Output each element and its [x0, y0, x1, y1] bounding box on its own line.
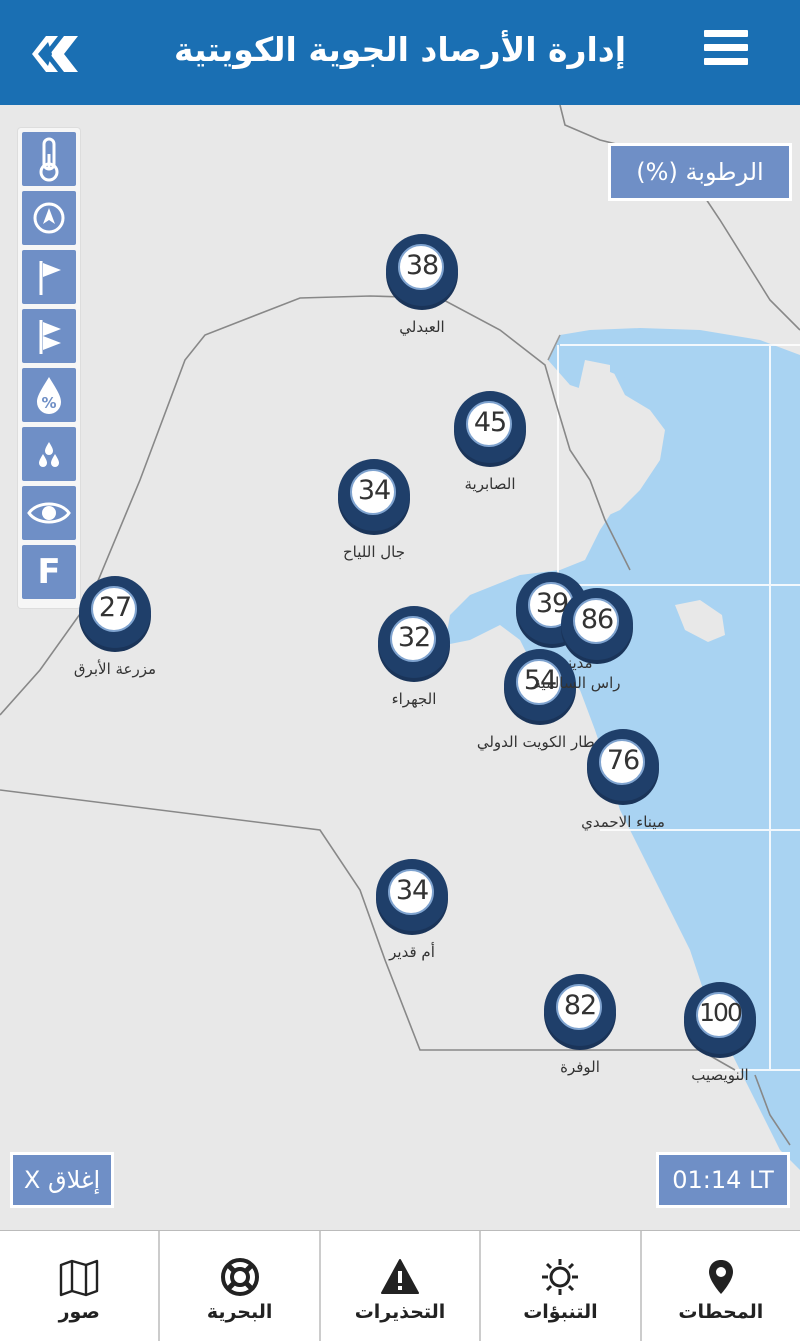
station-bubble[interactable]: 82	[544, 974, 616, 1046]
tab-label: التحذيرات	[354, 1301, 446, 1323]
tab-stations[interactable]: المحطات	[641, 1231, 800, 1341]
station-bubble[interactable]: 34	[338, 459, 410, 531]
station-value: 34	[357, 475, 391, 506]
wind-flag-icon[interactable]	[22, 309, 76, 363]
close-button[interactable]: X إغلاق	[10, 1152, 114, 1208]
station-bubble[interactable]: 34	[376, 859, 448, 931]
location-pin-icon	[701, 1257, 741, 1297]
fahrenheit-icon[interactable]: F	[22, 545, 76, 599]
fahrenheit-label: F	[37, 552, 61, 592]
tab-images[interactable]: صور	[0, 1231, 161, 1341]
page-title: إدارة الأرصاد الجوية الكويتية	[173, 30, 627, 69]
hamburger-menu-icon[interactable]	[704, 30, 748, 74]
station-name: مزرعة الأبرق	[73, 660, 157, 678]
station-value: 27	[98, 592, 132, 623]
tab-label: صور	[58, 1301, 100, 1323]
tab-marine[interactable]: البحرية	[160, 1231, 321, 1341]
station-bubble[interactable]: 76	[587, 729, 659, 801]
station-value: 82	[563, 990, 597, 1021]
station-name: الصابرية	[464, 475, 516, 493]
station-bubble[interactable]: 38	[386, 234, 458, 306]
lifebuoy-icon	[220, 1257, 260, 1297]
station-name: الجهراء	[391, 690, 437, 708]
parameter-label[interactable]: الرطوبة (%)	[608, 143, 792, 201]
station-bubble[interactable]: 32	[378, 606, 450, 678]
svg-text:%: %	[41, 394, 56, 412]
time-label[interactable]: 01:14 LT	[656, 1152, 790, 1208]
station-name: العبدلي	[399, 318, 445, 336]
tab-label: التنبؤات	[523, 1301, 598, 1323]
station-bubble[interactable]: 100	[684, 982, 756, 1054]
station-name: جال اللياح	[343, 543, 405, 561]
station-value: 45	[473, 407, 507, 438]
map-icon	[59, 1257, 99, 1297]
station-value: 100	[699, 998, 743, 1027]
station-value: 34	[395, 875, 429, 906]
station-bubble[interactable]: 86	[561, 588, 633, 660]
layer-toolbox: % F	[18, 128, 80, 608]
app-header: إدارة الأرصاد الجوية الكويتية	[0, 0, 800, 105]
rain-drops-icon[interactable]	[22, 427, 76, 481]
station-value: 32	[397, 622, 431, 653]
tab-label: البحرية	[206, 1301, 273, 1323]
station-value: 76	[606, 745, 640, 776]
flag-icon[interactable]	[22, 250, 76, 304]
station-bubble[interactable]: 45	[454, 391, 526, 463]
humidity-drop-icon[interactable]: %	[22, 368, 76, 422]
station-name: ميناء الاحمدي	[581, 813, 665, 831]
tab-warnings[interactable]: التحذيرات	[320, 1231, 482, 1341]
station-name: أم قدير	[389, 943, 435, 961]
station-value: 38	[405, 250, 439, 281]
station-name: النويصيب	[691, 1066, 749, 1084]
sun-icon	[540, 1257, 580, 1297]
thermometer-icon[interactable]	[22, 132, 76, 186]
bottom-tab-bar: صور البحرية التحذيرات التنبؤات المحطات	[0, 1230, 800, 1341]
station-bubble[interactable]: 27	[79, 576, 151, 648]
eye-icon[interactable]	[22, 486, 76, 540]
compass-icon[interactable]	[22, 191, 76, 245]
warning-icon	[380, 1257, 420, 1297]
station-name: راس السالمية	[533, 674, 621, 692]
tab-forecasts[interactable]: التنبؤات	[481, 1231, 642, 1341]
station-value: 86	[580, 604, 614, 635]
tab-label: المحطات	[678, 1301, 764, 1323]
